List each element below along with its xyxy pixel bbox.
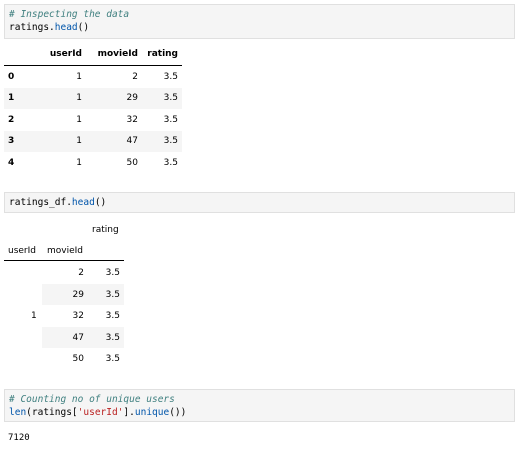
cell-rating: 3.5 [163, 114, 178, 125]
index-value-userid: 1 [31, 311, 37, 321]
code-function-unique: unique [134, 407, 170, 418]
code-object: ratings. [9, 22, 55, 33]
row-index: 0 [8, 71, 15, 82]
cell-rating: 3.5 [105, 311, 120, 321]
cell-rating: 3.5 [163, 157, 178, 168]
cell-rating: 3.5 [105, 268, 120, 278]
code-cell-ratings-df[interactable]: ratings_df.head() [4, 192, 515, 213]
cell-userid: 1 [76, 157, 82, 168]
cell-rating: 3.5 [142, 130, 182, 152]
code-tail: ()) [169, 407, 187, 418]
code-function: head [54, 22, 78, 33]
cell-rating: 3.5 [105, 354, 120, 364]
code-tail: () [94, 197, 107, 208]
table-row: 2 1 32 3.5 [4, 109, 182, 131]
header-rule [4, 260, 124, 261]
cell-movieid: 50 [72, 354, 84, 364]
code-comment: # Inspecting the data [9, 9, 130, 20]
column-header: rating [92, 225, 119, 235]
code-string: 'userId' [77, 407, 124, 418]
cell-rating: 3.5 [163, 71, 178, 82]
ratings-head-table: userId movieId rating 0 1 2 3.5 1 1 29 3… [4, 43, 182, 174]
cell-movieid: 50 [126, 157, 138, 168]
cell-movieid: 32 [72, 311, 84, 321]
cell-userid: 1 [38, 130, 86, 152]
cell-userid: 1 [76, 114, 82, 125]
cell-movieid: 47 [72, 333, 84, 343]
cell-movieid: 32 [126, 114, 138, 125]
code-cell-inspect[interactable]: # Inspecting the data ratings.head() [4, 4, 515, 39]
cell-movieid: 2 [78, 268, 84, 278]
table-row: 3 1 47 3.5 [4, 130, 182, 152]
cell-userid: 1 [38, 87, 86, 109]
cell-movieid: 29 [72, 290, 84, 300]
cell-userid: 1 [76, 71, 82, 82]
code-text: (ratings[ [26, 407, 78, 418]
code-object: ratings_df. [9, 197, 72, 208]
cell-rating: 3.5 [105, 290, 120, 300]
code-function-len: len [9, 407, 27, 418]
code-text: ]. [123, 407, 135, 418]
cell-rating: 3.5 [105, 333, 120, 343]
column-header: userId [38, 43, 86, 66]
table-row: 0 1 2 3.5 [4, 66, 182, 88]
row-index: 3 [4, 130, 38, 152]
index-header [4, 43, 38, 66]
code-cell-unique-users[interactable]: # Counting no of unique users len(rating… [4, 389, 515, 422]
column-header: rating [142, 43, 182, 66]
code-comment: # Counting no of unique users [9, 394, 175, 405]
index-name-userid: userId [8, 246, 36, 256]
cell-movieid: 47 [86, 130, 142, 152]
code-function: head [71, 197, 95, 208]
cell-output: 7120 [8, 433, 30, 443]
cell-movieid: 2 [132, 71, 138, 82]
table-row: 1 1 29 3.5 [4, 87, 182, 109]
code-tail: () [77, 22, 90, 33]
row-index: 4 [8, 157, 15, 168]
table-row: 4 1 50 3.5 [4, 152, 182, 174]
index-name-movieid: movieId [47, 246, 84, 256]
cell-movieid: 29 [86, 87, 142, 109]
column-header: movieId [86, 43, 142, 66]
cell-rating: 3.5 [142, 87, 182, 109]
row-index: 2 [8, 114, 15, 125]
row-index: 1 [4, 87, 38, 109]
